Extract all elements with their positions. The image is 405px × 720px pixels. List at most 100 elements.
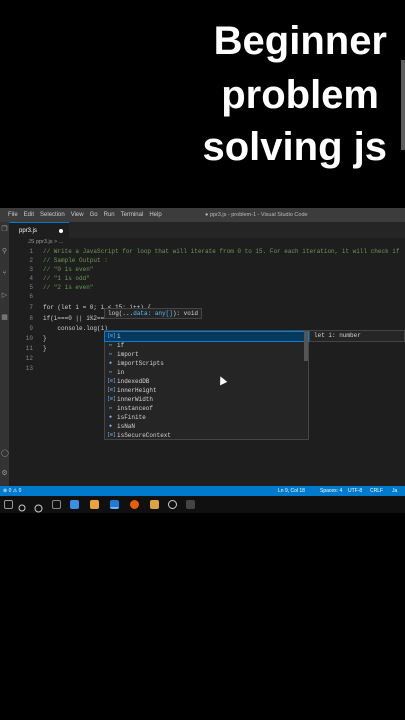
- menu-bar: File Edit Selection View Go Run Terminal…: [0, 208, 405, 222]
- code-line: 2 // Sample Output :: [9, 256, 405, 265]
- menu-selection[interactable]: Selection: [37, 212, 68, 218]
- menu-run[interactable]: Run: [101, 212, 118, 218]
- folder-icon[interactable]: [150, 500, 159, 509]
- edge-mark: [401, 60, 405, 150]
- menu-terminal[interactable]: Terminal: [118, 212, 147, 218]
- variable-icon: [e]: [107, 378, 117, 384]
- suggestion-item[interactable]: ◈ importScripts: [105, 359, 308, 368]
- suggestion-label: if: [117, 342, 125, 349]
- code-text: console.log(i): [43, 325, 108, 332]
- explorer-icon[interactable]: ❐: [1, 226, 8, 233]
- cursor-position[interactable]: Ln 9, Col 18: [278, 486, 305, 496]
- snippet-icon: ▭: [108, 342, 112, 348]
- suggestion-label: in: [117, 369, 125, 376]
- unsaved-dot-icon: [59, 229, 63, 233]
- suggestion-item[interactable]: [e] innerWidth: [105, 395, 308, 404]
- title-line-1: Beginner: [213, 19, 387, 63]
- language-mode[interactable]: Ja: [392, 486, 397, 496]
- settings-gear-icon[interactable]: ⚙: [1, 470, 8, 477]
- tab-ppr3-js[interactable]: ppr3.js: [9, 222, 69, 238]
- suggestion-label: instanceof: [117, 405, 154, 412]
- suggestion-item[interactable]: ◈ isNaN: [105, 422, 308, 431]
- line-number: 2: [29, 257, 33, 264]
- indentation[interactable]: Spaces: 4: [320, 486, 342, 496]
- run-debug-icon[interactable]: ▷: [1, 292, 8, 299]
- line-number: 7: [29, 304, 33, 311]
- suggestion-item[interactable]: ▭ instanceof: [105, 404, 308, 413]
- vscode-window: File Edit Selection View Go Run Terminal…: [0, 208, 405, 513]
- variable-icon: [e]: [107, 396, 117, 402]
- code-text: }: [43, 335, 47, 342]
- code-text: // Sample Output :: [43, 257, 108, 264]
- source-control-icon[interactable]: ⑂: [1, 270, 8, 277]
- menu-help[interactable]: Help: [146, 212, 164, 218]
- variable-icon: [e]: [107, 432, 117, 438]
- line-ending[interactable]: CRLF: [370, 486, 383, 496]
- file-explorer-icon[interactable]: [90, 500, 99, 509]
- menu-go[interactable]: Go: [87, 212, 101, 218]
- line-number: 8: [29, 315, 33, 322]
- problems-indicator[interactable]: ⊗ 0 ⚠ 0: [3, 486, 21, 496]
- line-number: 4: [29, 275, 33, 282]
- parameter-hint: log(...data: any[]): void: [104, 308, 203, 319]
- suggestion-label: isNaN: [117, 423, 136, 430]
- function-icon: ◈: [108, 360, 112, 366]
- breadcrumb[interactable]: JS ppr3.js > ...: [28, 239, 63, 245]
- suggestion-item[interactable]: ▭ if: [105, 341, 308, 350]
- chrome-icon[interactable]: [168, 500, 177, 509]
- suggestion-item[interactable]: ◈ isFinite: [105, 413, 308, 422]
- code-text: // "0 is even": [43, 266, 94, 273]
- code-line: 8 if(i===0 || i%2===: [9, 314, 405, 323]
- suggestion-detail: let i: number: [309, 330, 405, 342]
- suggestion-list: [e] i ▭ if ▭ import ◈ importScripts ▭ in [e] i…: [104, 330, 309, 440]
- line-number: 13: [25, 365, 33, 372]
- code-line: 7 for (let i = 0; i < 15; i++) {: [9, 303, 405, 312]
- suggestion-item[interactable]: [e] indexedDB: [105, 377, 308, 386]
- hint-prefix: log(...: [108, 310, 134, 317]
- suggestion-label: innerHeight: [117, 387, 157, 394]
- keyword-icon: ▭: [108, 351, 112, 357]
- search-icon[interactable]: [18, 500, 27, 512]
- suggestion-label: isSecureContext: [117, 432, 172, 439]
- task-view-icon[interactable]: [34, 500, 43, 513]
- line-number: 1: [29, 248, 33, 255]
- suggestion-scrollbar[interactable]: [304, 331, 308, 361]
- suggestion-item[interactable]: ▭ import: [105, 350, 308, 359]
- menu-edit[interactable]: Edit: [21, 212, 37, 218]
- hint-param: data: any[]: [133, 310, 173, 317]
- widgets-icon[interactable]: [52, 500, 61, 509]
- menu-file[interactable]: File: [0, 212, 21, 218]
- code-text: // "1 is odd": [43, 275, 90, 282]
- window-title: ● ppr3.js - problem-1 - Visual Studio Co…: [205, 212, 308, 218]
- firefox-icon[interactable]: [130, 500, 139, 509]
- suggestion-item[interactable]: ▭ in: [105, 368, 308, 377]
- code-text: // "2 is even": [43, 284, 94, 291]
- keyword-icon: ▭: [108, 369, 112, 375]
- suggestion-label: importScripts: [117, 360, 164, 367]
- account-icon[interactable]: ◯: [1, 450, 9, 457]
- suggestion-item[interactable]: [e] isSecureContext: [105, 431, 308, 440]
- menu-view[interactable]: View: [68, 212, 87, 218]
- mail-icon[interactable]: [70, 500, 79, 509]
- suggestion-label: innerWidth: [117, 396, 154, 403]
- line-number: 12: [25, 355, 33, 362]
- line-number: 9: [29, 325, 33, 332]
- code-text: }: [43, 345, 47, 352]
- suggestion-item[interactable]: [e] innerHeight: [105, 386, 308, 395]
- os-taskbar: [0, 496, 405, 513]
- terminal-icon[interactable]: [186, 500, 195, 509]
- line-number: 11: [25, 345, 33, 352]
- suggestion-label: isFinite: [117, 414, 146, 421]
- encoding[interactable]: UTF-8: [348, 486, 362, 496]
- variable-icon: [e]: [107, 387, 117, 393]
- vscode-app-icon[interactable]: [110, 500, 119, 509]
- start-icon[interactable]: [4, 500, 13, 509]
- keyword-icon: ▭: [108, 405, 112, 411]
- line-number: 5: [29, 284, 33, 291]
- search-icon[interactable]: ⚲: [1, 248, 8, 255]
- status-bar: ⊗ 0 ⚠ 0 Ln 9, Col 18 Spaces: 4 UTF-8 CRL…: [0, 486, 405, 496]
- extensions-icon[interactable]: ▦: [1, 314, 8, 321]
- function-icon: ◈: [108, 423, 112, 429]
- suggestion-item[interactable]: [e] i: [104, 331, 309, 342]
- code-line: 3 // "0 is even": [9, 265, 405, 274]
